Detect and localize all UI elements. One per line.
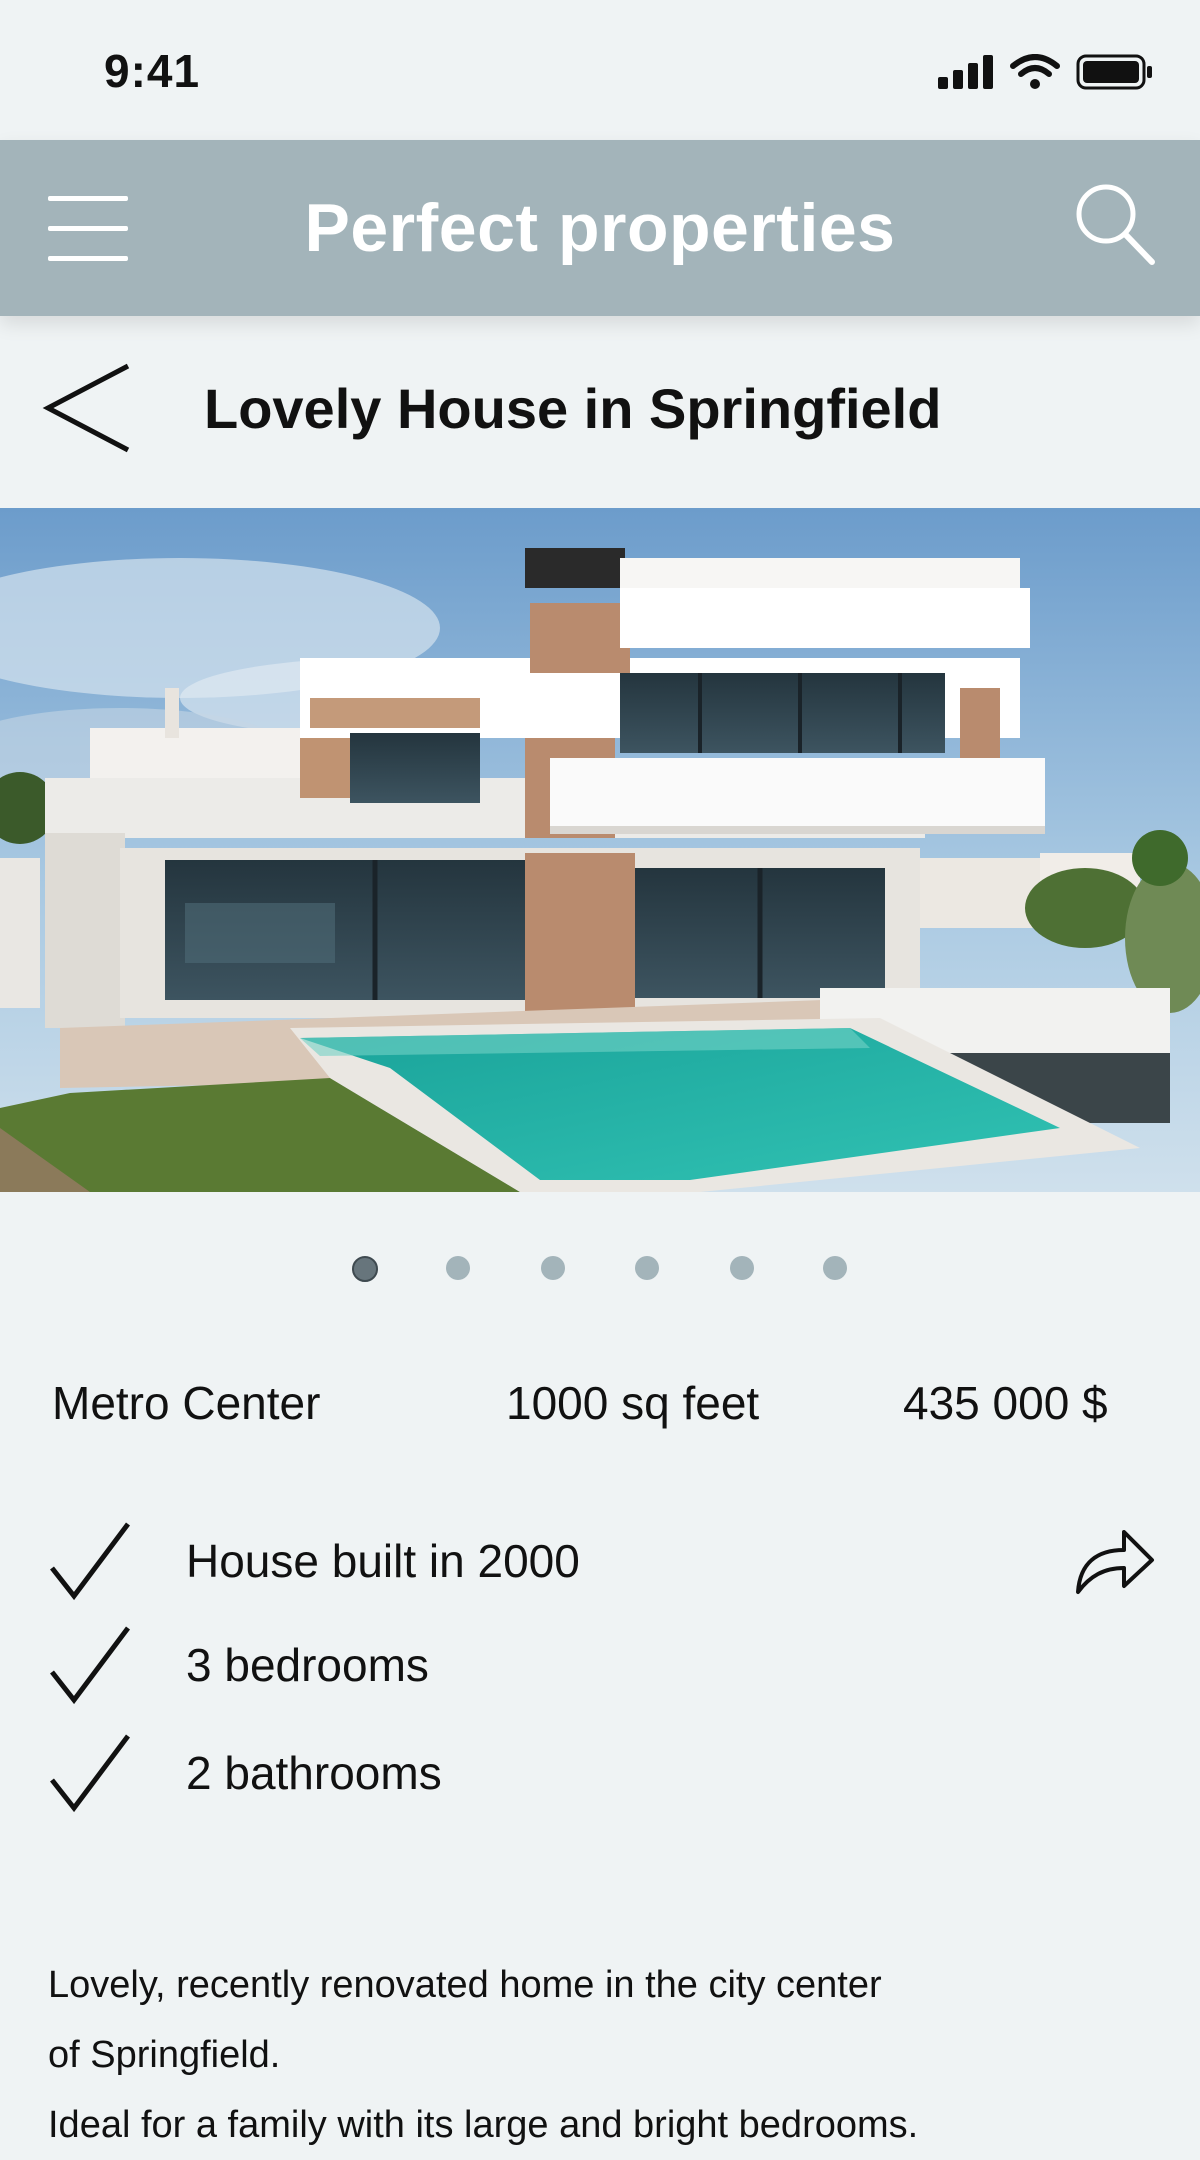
app-title: Perfect properties — [304, 190, 896, 266]
wifi-icon — [1010, 54, 1060, 89]
carousel-dot[interactable] — [541, 1256, 565, 1280]
carousel-dot-active[interactable] — [352, 1256, 378, 1282]
feature-label: 3 bedrooms — [186, 1639, 429, 1691]
checkmark-icon — [50, 1522, 130, 1601]
feature-label: House built in 2000 — [186, 1535, 580, 1587]
carousel-dot[interactable] — [446, 1256, 470, 1280]
page-header: Lovely House in Springfield — [0, 316, 1200, 508]
page-title: Lovely House in Springfield — [204, 377, 942, 440]
property-photo[interactable] — [0, 508, 1200, 1192]
description-line: of Springfield. — [48, 2034, 281, 2076]
property-description: Lovely, recently renovated home in the c… — [48, 1950, 1158, 2160]
property-location: Metro Center — [52, 1377, 321, 1429]
property-price: 435 000 $ — [903, 1377, 1108, 1429]
property-summary: Metro Center 1000 sq feet 435 000 $ — [0, 1376, 1200, 1436]
share-arrow-icon[interactable] — [1072, 1518, 1158, 1604]
cellular-signal-icon — [938, 55, 993, 89]
carousel-dot[interactable] — [823, 1256, 847, 1280]
feature-item: 2 bathrooms — [0, 1724, 1000, 1814]
feature-item: House built in 2000 — [0, 1512, 1000, 1602]
house-image — [0, 508, 1200, 1192]
app-bar: Perfect properties — [0, 140, 1200, 316]
carousel-indicator — [0, 1256, 1200, 1282]
status-bar: 9:41 — [0, 0, 1200, 140]
status-icons — [938, 54, 1154, 90]
feature-item: 3 bedrooms — [0, 1616, 1000, 1706]
carousel-dot[interactable] — [730, 1256, 754, 1280]
description-line: Ideal for a family with its large and br… — [48, 2104, 919, 2146]
hamburger-menu-icon[interactable] — [48, 196, 128, 262]
chevron-left-icon[interactable] — [40, 356, 140, 466]
feature-label: 2 bathrooms — [186, 1747, 442, 1799]
carousel-dot[interactable] — [635, 1256, 659, 1280]
checkmark-icon — [50, 1626, 130, 1705]
checkmark-icon — [50, 1734, 130, 1813]
battery-icon — [1076, 54, 1152, 90]
property-area: 1000 sq feet — [506, 1377, 760, 1429]
description-line: Lovely, recently renovated home in the c… — [48, 1964, 882, 2006]
search-icon[interactable] — [1070, 180, 1160, 270]
status-time: 9:41 — [104, 45, 201, 97]
